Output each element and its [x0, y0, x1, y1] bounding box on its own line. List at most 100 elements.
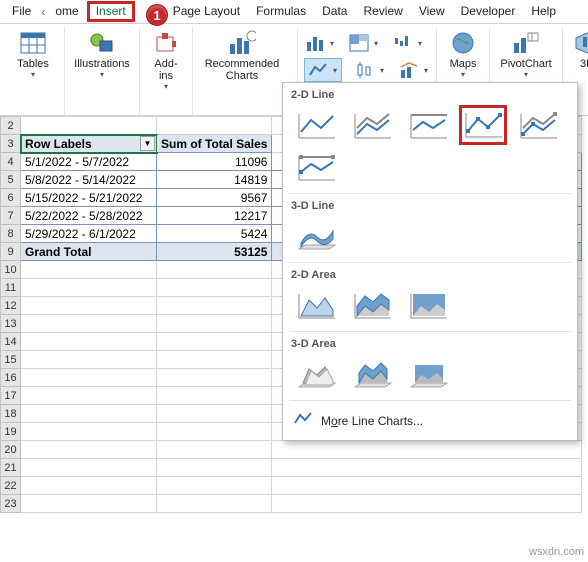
chevron-down-icon: ▾	[31, 70, 35, 79]
row-header[interactable]: 3	[1, 135, 21, 153]
chart-type-stacked-line[interactable]	[349, 107, 395, 145]
tables-button[interactable]: Tables ▾	[8, 28, 58, 81]
pivot-cell[interactable]: 5/22/2022 - 5/28/2022	[21, 207, 157, 225]
chart-type-line-with-markers[interactable]	[459, 105, 507, 145]
callout-1: 1	[146, 4, 168, 26]
row-header[interactable]: 18	[1, 405, 21, 423]
row-header[interactable]: 6	[1, 189, 21, 207]
row-header[interactable]: 9	[1, 243, 21, 261]
globe-icon	[449, 30, 477, 56]
pivot-row-labels-header[interactable]: Row Labels ▼	[21, 135, 157, 153]
pivot-cell[interactable]: 5/15/2022 - 5/21/2022	[21, 189, 157, 207]
row-header[interactable]: 8	[1, 225, 21, 243]
illustrations-button[interactable]: Illustrations ▾	[71, 28, 133, 81]
row-header[interactable]: 23	[1, 495, 21, 513]
tab-developer[interactable]: Developer	[453, 1, 524, 22]
row-header[interactable]: 12	[1, 297, 21, 315]
chart-type-100pct-stacked-line[interactable]	[405, 107, 451, 145]
line-chart-icon	[307, 59, 329, 81]
pivotchart-button[interactable]: PivotChart ▾	[496, 28, 556, 81]
chevron-down-icon: ▾	[100, 70, 104, 79]
line-chart-button[interactable]: ▾	[304, 58, 342, 82]
pivot-cell[interactable]: 5/8/2022 - 5/14/2022	[21, 171, 157, 189]
tab-review[interactable]: Review	[355, 1, 410, 22]
row-header[interactable]: 2	[1, 117, 21, 135]
pivot-cell[interactable]: 5424	[157, 225, 272, 243]
row-header[interactable]: 22	[1, 477, 21, 495]
3d-map-icon	[573, 30, 588, 56]
chevron-down-icon: ▾	[422, 66, 430, 75]
hierarchy-chart-button[interactable]: ▾	[348, 32, 380, 54]
chevron-down-icon: ▾	[328, 39, 336, 48]
hierarchy-chart-icon	[348, 32, 370, 54]
3d-map-button[interactable]: 3D	[569, 28, 588, 72]
chart-type-stacked-line-markers[interactable]	[515, 107, 561, 145]
tab-view[interactable]: View	[411, 1, 453, 22]
pivot-cell[interactable]: 12217	[157, 207, 272, 225]
tab-home[interactable]: ome	[47, 1, 86, 22]
tab-insert[interactable]: Insert	[87, 1, 135, 22]
row-header[interactable]: 7	[1, 207, 21, 225]
chevron-down-icon: ▾	[524, 70, 528, 79]
gallery-section-2d-line: 2-D Line	[291, 89, 569, 101]
tab-help[interactable]: Help	[523, 1, 564, 22]
chart-type-100pct-stacked-line-markers[interactable]	[293, 149, 339, 187]
chart-type-3d-area[interactable]	[293, 356, 339, 394]
row-header[interactable]: 13	[1, 315, 21, 333]
row-header[interactable]: 5	[1, 171, 21, 189]
table-icon	[19, 30, 47, 56]
more-line-charts[interactable]: More Line Charts...	[283, 405, 577, 436]
column-chart-icon	[304, 32, 326, 54]
waterfall-chart-icon	[392, 32, 414, 54]
combo-chart-icon	[398, 59, 420, 81]
statistic-chart-button[interactable]: ▾	[354, 58, 386, 82]
recommended-charts-button[interactable]: Recommended Charts	[199, 28, 285, 84]
shapes-icon	[88, 30, 116, 56]
row-header[interactable]: 17	[1, 387, 21, 405]
pivot-cell[interactable]: 14819	[157, 171, 272, 189]
chevron-down-icon: ▾	[378, 66, 386, 75]
gallery-section-3d-line: 3-D Line	[291, 200, 569, 212]
more-line-charts-label: More Line Charts...	[321, 414, 423, 428]
chart-type-3d-100pct-stacked-area[interactable]	[405, 356, 451, 394]
pivot-grand-total-value[interactable]: 53125	[157, 243, 272, 261]
tab-page-layout[interactable]: Page Layout	[165, 1, 248, 22]
addins-button[interactable]: Add- ins ▾	[146, 28, 186, 93]
tab-data[interactable]: Data	[314, 1, 355, 22]
row-header[interactable]: 4	[1, 153, 21, 171]
maps-label: Maps	[450, 58, 477, 70]
row-header[interactable]: 11	[1, 279, 21, 297]
pivot-cell[interactable]: 5/29/2022 - 6/1/2022	[21, 225, 157, 243]
waterfall-chart-button[interactable]: ▾	[392, 32, 424, 54]
pivot-cell[interactable]: 5/1/2022 - 5/7/2022	[21, 153, 157, 171]
chart-type-area[interactable]	[293, 287, 339, 325]
chart-type-100pct-stacked-area[interactable]	[405, 287, 451, 325]
column-chart-button[interactable]: ▾	[304, 32, 336, 54]
combo-chart-button[interactable]: ▾	[398, 58, 430, 82]
row-header[interactable]: 21	[1, 459, 21, 477]
row-header[interactable]: 14	[1, 333, 21, 351]
filter-dropdown-icon[interactable]: ▼	[140, 136, 155, 151]
chart-type-stacked-area[interactable]	[349, 287, 395, 325]
illustrations-label: Illustrations	[74, 58, 130, 70]
tab-formulas[interactable]: Formulas	[248, 1, 314, 22]
pivot-cell[interactable]: 9567	[157, 189, 272, 207]
tab-scroll-left-icon[interactable]: ‹	[39, 5, 47, 19]
pivot-grand-total-label[interactable]: Grand Total	[21, 243, 157, 261]
row-header[interactable]: 16	[1, 369, 21, 387]
pivotchart-icon	[512, 30, 540, 56]
tables-label: Tables	[17, 58, 49, 70]
chevron-down-icon: ▾	[164, 82, 168, 91]
maps-button[interactable]: Maps ▾	[443, 28, 483, 81]
chart-type-3d-line[interactable]	[293, 218, 339, 256]
row-header[interactable]: 19	[1, 423, 21, 441]
pivot-cell[interactable]: 11096	[157, 153, 272, 171]
chart-type-line[interactable]	[293, 107, 339, 145]
chart-type-3d-stacked-area[interactable]	[349, 356, 395, 394]
row-header[interactable]: 15	[1, 351, 21, 369]
row-header[interactable]: 10	[1, 261, 21, 279]
row-header[interactable]: 20	[1, 441, 21, 459]
tab-file[interactable]: File	[4, 1, 39, 22]
gallery-section-3d-area: 3-D Area	[291, 338, 569, 350]
pivot-sum-header[interactable]: Sum of Total Sales	[157, 135, 272, 153]
